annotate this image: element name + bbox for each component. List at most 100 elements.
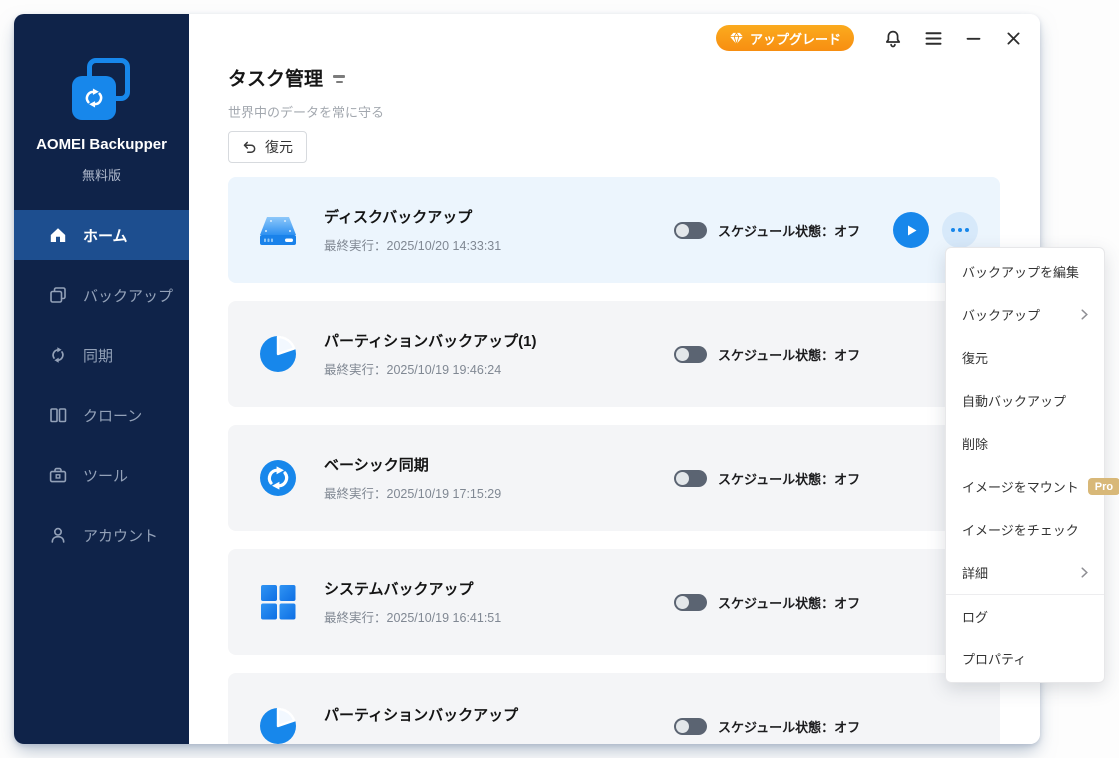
diamond-icon bbox=[729, 31, 743, 44]
submenu-chevron-icon bbox=[1081, 309, 1088, 320]
menu-item-delete[interactable]: 削除 bbox=[946, 422, 1104, 465]
disk-icon bbox=[258, 210, 298, 250]
logo-sync-icon bbox=[72, 76, 116, 120]
row-actions bbox=[893, 212, 978, 248]
bell-icon bbox=[885, 30, 901, 47]
task-last-run: 最終実行：2025/10/19 16:41:51 bbox=[324, 611, 502, 625]
account-icon bbox=[51, 527, 65, 543]
task-title: パーティションバックアップ bbox=[324, 707, 519, 724]
schedule-toggle[interactable] bbox=[674, 221, 707, 239]
task-last-run: 最終実行：2025/10/19 17:15:29 bbox=[324, 487, 502, 501]
menu-item-log[interactable]: ログ bbox=[946, 594, 1104, 637]
page-title: タスク管理 bbox=[228, 64, 346, 91]
minimize-button[interactable] bbox=[956, 24, 990, 52]
sidebar-item-backup[interactable]: バックアップ bbox=[14, 270, 189, 320]
schedule-status: スケジュール状態：オフ bbox=[674, 301, 860, 407]
toggle-knob bbox=[676, 471, 689, 485]
tools-icon bbox=[49, 467, 67, 483]
toggle-knob bbox=[676, 223, 689, 237]
sidebar-item-label: ツール bbox=[83, 467, 129, 485]
task-info: パーティションバックアップ bbox=[324, 673, 518, 744]
sidebar-nav: ホーム バックアップ 同期 クローン ツール アカウント bbox=[14, 210, 189, 570]
menu-item-properties[interactable]: プロパティ bbox=[946, 637, 1104, 680]
home-icon bbox=[50, 228, 66, 242]
schedule-toggle[interactable] bbox=[674, 717, 707, 735]
schedule-label: スケジュール状態：オフ bbox=[718, 595, 861, 611]
menu-item-check-image[interactable]: イメージをチェック bbox=[946, 508, 1104, 551]
task-last-run: 最終実行：2025/10/20 14:33:31 bbox=[324, 239, 502, 253]
close-button[interactable] bbox=[996, 24, 1030, 52]
sidebar-item-account[interactable]: アカウント bbox=[14, 510, 189, 560]
schedule-status: スケジュール状態：オフ bbox=[674, 673, 860, 744]
app-edition: 無料版 bbox=[81, 168, 121, 183]
task-title: パーティションバックアップ(1) bbox=[324, 333, 537, 350]
pie-chart-icon bbox=[258, 334, 298, 374]
sidebar-item-tools[interactable]: ツール bbox=[14, 450, 189, 500]
task-title: ディスクバックアップ bbox=[324, 209, 473, 226]
sidebar-item-sync[interactable]: 同期 bbox=[14, 330, 189, 380]
menu-item-advanced[interactable]: 詳細 bbox=[946, 551, 1104, 594]
schedule-toggle[interactable] bbox=[674, 345, 707, 363]
task-row-partition-backup-1[interactable]: パーティションバックアップ(1) 最終実行：2025/10/19 19:46:2… bbox=[228, 301, 1000, 407]
restore-button-label: 復元 bbox=[265, 139, 293, 155]
schedule-status: スケジュール状態：オフ bbox=[674, 425, 860, 531]
main-menu-button[interactable] bbox=[916, 24, 950, 52]
task-info: システムバックアップ 最終実行：2025/10/19 16:41:51 bbox=[324, 549, 501, 655]
app-logo-icon bbox=[70, 58, 134, 122]
menu-item-restore[interactable]: 復元 bbox=[946, 336, 1104, 379]
filter-icon[interactable] bbox=[333, 75, 346, 83]
page-subtitle: 世界中のデータを常に守る bbox=[228, 105, 385, 120]
sidebar-item-label: 同期 bbox=[83, 347, 114, 365]
pie-chart-icon bbox=[258, 706, 298, 744]
task-row-system-backup[interactable]: システムバックアップ 最終実行：2025/10/19 16:41:51 スケジュ… bbox=[228, 549, 1000, 655]
sync-circle-icon bbox=[258, 458, 298, 498]
backup-icon bbox=[50, 287, 66, 303]
run-task-button[interactable] bbox=[893, 212, 929, 248]
task-info: ディスクバックアップ 最終実行：2025/10/20 14:33:31 bbox=[324, 177, 501, 283]
restore-button[interactable]: 復元 bbox=[228, 131, 307, 163]
undo-icon bbox=[243, 141, 256, 153]
task-row-basic-sync[interactable]: ベーシック同期 最終実行：2025/10/19 17:15:29 スケジュール状… bbox=[228, 425, 1000, 531]
schedule-toggle[interactable] bbox=[674, 593, 707, 611]
menu-item-edit-backup[interactable]: バックアップを編集 bbox=[946, 250, 1104, 293]
menu-item-backup[interactable]: バックアップ bbox=[946, 293, 1104, 336]
menu-item-mount-image[interactable]: イメージをマウント Pro bbox=[946, 465, 1119, 508]
upgrade-button[interactable]: アップグレード bbox=[715, 25, 854, 51]
schedule-toggle[interactable] bbox=[674, 469, 707, 487]
schedule-label: スケジュール状態：オフ bbox=[718, 719, 861, 735]
toggle-knob bbox=[676, 719, 689, 733]
windows-icon bbox=[258, 582, 298, 622]
schedule-label: スケジュール状態：オフ bbox=[718, 223, 861, 239]
ellipsis-icon bbox=[951, 228, 955, 232]
hamburger-icon bbox=[925, 31, 941, 45]
sidebar-item-clone[interactable]: クローン bbox=[14, 390, 189, 440]
task-row-partition-backup[interactable]: パーティションバックアップ スケジュール状態：オフ bbox=[228, 673, 1000, 744]
schedule-label: スケジュール状態：オフ bbox=[718, 347, 861, 363]
sidebar-item-label: バックアップ bbox=[83, 287, 174, 305]
task-info: パーティションバックアップ(1) 最終実行：2025/10/19 19:46:2… bbox=[324, 301, 536, 407]
schedule-label: スケジュール状態：オフ bbox=[718, 471, 861, 487]
toggle-knob bbox=[676, 595, 689, 609]
task-info: ベーシック同期 最終実行：2025/10/19 17:15:29 bbox=[324, 425, 501, 531]
task-last-run bbox=[324, 733, 518, 744]
more-options-button[interactable] bbox=[942, 212, 978, 248]
notifications-button[interactable] bbox=[876, 24, 910, 52]
task-title: ベーシック同期 bbox=[324, 457, 429, 474]
titlebar: アップグレード bbox=[715, 24, 1030, 52]
menu-item-auto-backup[interactable]: 自動バックアップ bbox=[946, 379, 1104, 422]
upgrade-label: アップグレード bbox=[749, 31, 841, 47]
submenu-chevron-icon bbox=[1081, 567, 1088, 578]
sidebar-item-label: ホーム bbox=[83, 227, 128, 245]
pro-badge: Pro bbox=[1087, 478, 1119, 495]
toggle-knob bbox=[676, 347, 689, 361]
sidebar: AOMEI Backupper 無料版 ホーム バックアップ 同期 クローン ツ… bbox=[14, 14, 189, 744]
context-menu: バックアップを編集 バックアップ 復元 自動バックアップ 削除 イメージをマウン… bbox=[945, 247, 1119, 683]
sidebar-item-home[interactable]: ホーム bbox=[14, 210, 189, 260]
play-icon bbox=[908, 225, 917, 235]
schedule-status: スケジュール状態：オフ bbox=[674, 549, 860, 655]
task-list: ディスクバックアップ 最終実行：2025/10/20 14:33:31 スケジュ… bbox=[228, 177, 1000, 744]
app-window: AOMEI Backupper 無料版 ホーム バックアップ 同期 クローン ツ… bbox=[14, 14, 1040, 744]
task-row-disk-backup[interactable]: ディスクバックアップ 最終実行：2025/10/20 14:33:31 スケジュ… bbox=[228, 177, 1000, 283]
close-icon bbox=[1007, 32, 1019, 44]
sync-icon bbox=[52, 347, 64, 363]
